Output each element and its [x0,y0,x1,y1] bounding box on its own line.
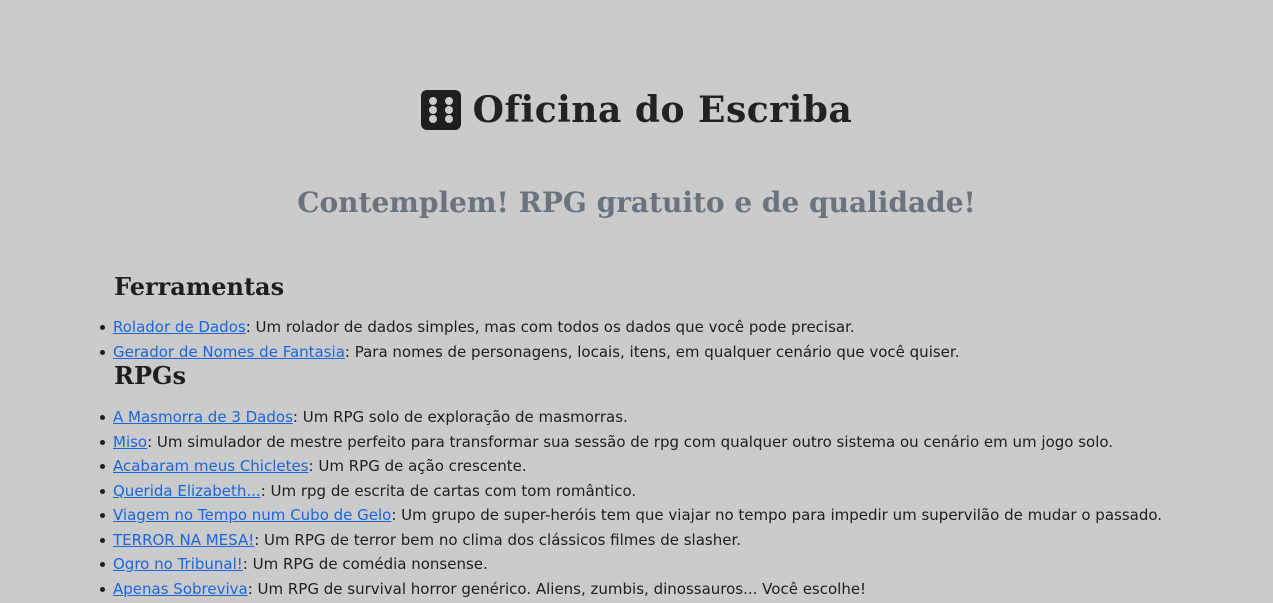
item-description: : Um RPG de terror bem no clima dos clás… [254,530,742,549]
link-acabaram-meus-chicletes[interactable]: Acabaram meus Chicletes [113,457,309,475]
link-querida-elizabeth[interactable]: Querida Elizabeth... [113,482,261,500]
list-item: Gerador de Nomes de Fantasia: Para nomes… [99,340,960,365]
list-item: Miso: Um simulador de mestre perfeito pa… [99,430,1162,455]
site-title: Oficina do Escriba [420,88,853,132]
link-gerador-de-nomes[interactable]: Gerador de Nomes de Fantasia [113,343,345,361]
item-description: : Um RPG solo de exploração de masmorras… [292,408,628,426]
list-item: TERROR NA MESA!: Um RPG de terror bem no… [99,528,1162,553]
tools-list: Rolador de Dados: Um rolador de dados si… [0,315,959,364]
link-ogro-no-tribunal[interactable]: Ogro no Tribunal! [113,555,243,573]
list-item: Querida Elizabeth...: Um rpg de escrita … [99,479,1162,504]
item-description: : Um rpg de escrita de cartas com tom ro… [260,481,637,500]
item-description: : Um rolador de dados simples, mas com t… [245,318,855,336]
link-terror-na-mesa[interactable]: TERROR NA MESA! [113,531,254,549]
rpgs-list: A Masmorra de 3 Dados: Um RPG solo de ex… [0,405,1162,601]
list-item: Ogro no Tribunal!: Um RPG de comédia non… [99,552,1162,577]
link-masmorra-3-dados[interactable]: A Masmorra de 3 Dados [113,408,293,426]
list-item: A Masmorra de 3 Dados: Um RPG solo de ex… [99,405,1162,430]
tagline: Contemplem! RPG gratuito e de qualidade! [297,186,976,219]
section-heading-rpgs: RPGs [114,361,186,390]
item-description: : Um simulador de mestre perfeito para t… [147,432,1114,451]
link-viagem-no-tempo[interactable]: Viagem no Tempo num Cubo de Gelo [113,506,391,524]
item-description: : Um RPG de survival horror genérico. Al… [247,579,867,598]
item-description: : Um RPG de ação crescente. [308,457,527,475]
item-description: : Para nomes de personagens, locais, ite… [344,342,960,361]
link-rolador-de-dados[interactable]: Rolador de Dados [113,318,246,336]
dice-six-icon [420,90,461,130]
link-apenas-sobreviva[interactable]: Apenas Sobreviva [113,580,248,598]
item-description: : Um grupo de super-heróis tem que viaja… [391,506,1163,524]
site-title-text: Oficina do Escriba [472,89,853,131]
site-header: Oficina do Escriba [0,88,1273,134]
section-heading-ferramentas: Ferramentas [114,272,285,301]
list-item: Rolador de Dados: Um rolador de dados si… [99,315,959,340]
list-item: Viagem no Tempo num Cubo de Gelo: Um gru… [99,503,1163,528]
list-item: Acabaram meus Chicletes: Um RPG de ação … [99,454,1162,479]
link-miso[interactable]: Miso [113,433,147,451]
list-item: Apenas Sobreviva: Um RPG de survival hor… [99,577,1162,602]
item-description: : Um RPG de comédia nonsense. [242,555,488,573]
